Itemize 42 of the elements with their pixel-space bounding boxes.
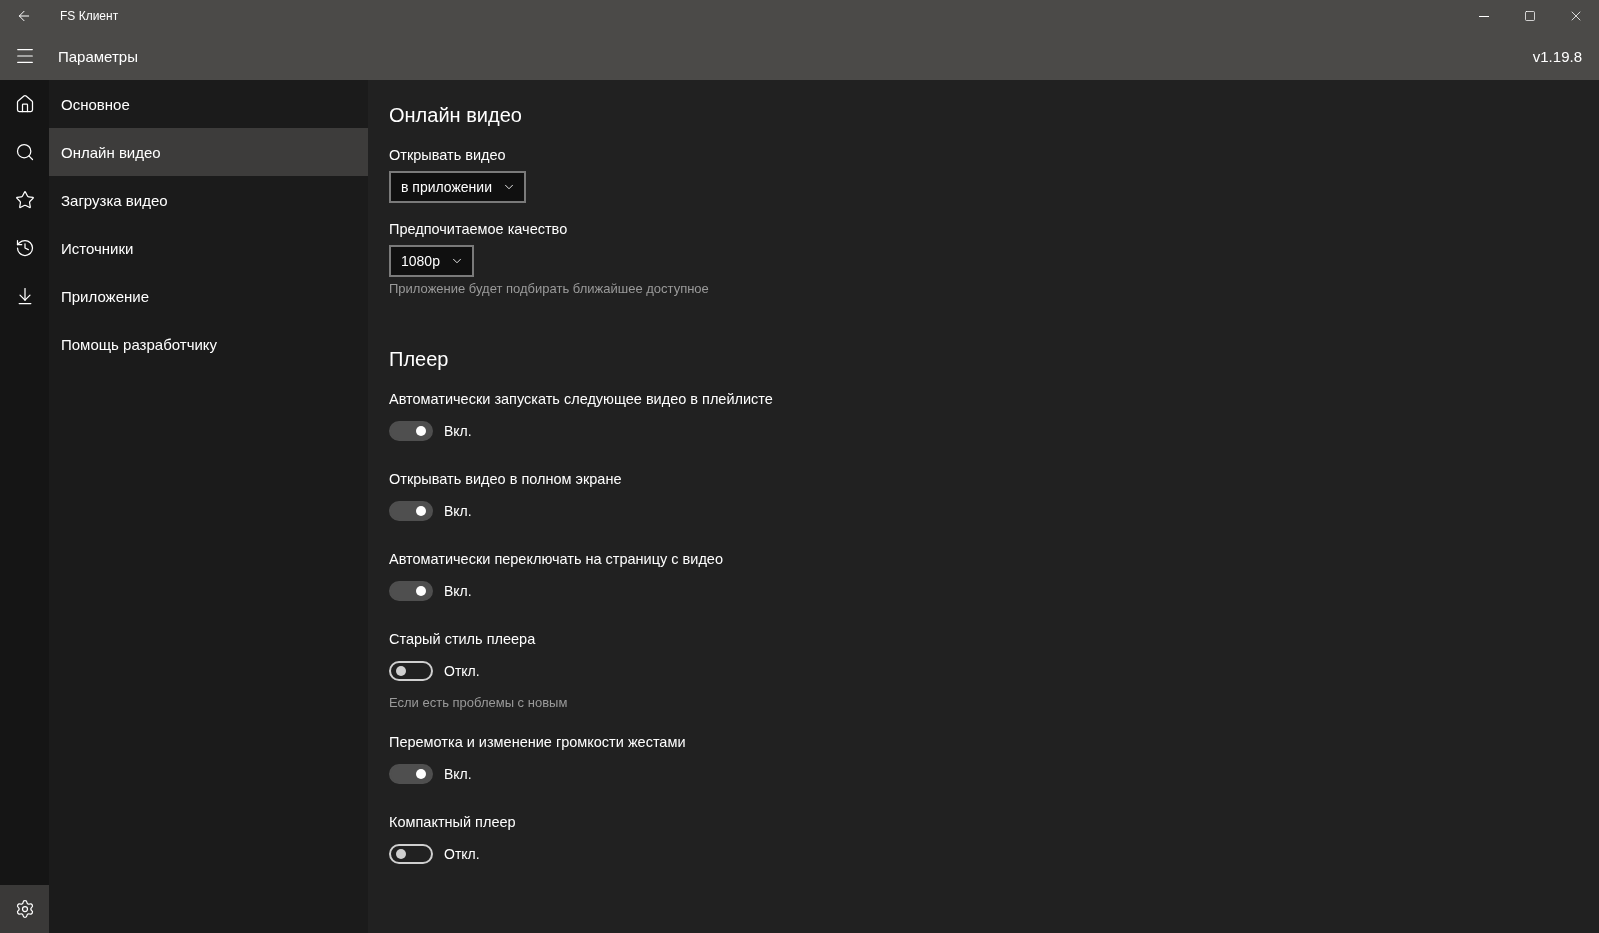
setting-label: Компактный плеер bbox=[389, 814, 516, 830]
section-heading: Плеер bbox=[389, 348, 450, 371]
toggle-switch[interactable] bbox=[389, 764, 433, 784]
nav-item[interactable]: Загрузка видео bbox=[49, 176, 368, 224]
home-icon bbox=[14, 94, 35, 114]
toggle-switch[interactable] bbox=[389, 421, 433, 441]
field-label: Открывать видео bbox=[389, 147, 506, 163]
setting-label: Автоматически переключать на страницу с видео bbox=[389, 551, 723, 567]
version-text: v1.19.8 bbox=[1532, 47, 1582, 65]
setting-label: Перемотка и изменение громкости жестами bbox=[389, 734, 686, 750]
hint-text: Если есть проблемы с новым bbox=[389, 695, 568, 710]
toggle-state: Вкл. bbox=[444, 766, 472, 782]
minimize-icon bbox=[1479, 15, 1489, 17]
section-heading: Онлайн видео bbox=[389, 104, 523, 127]
history-icon bbox=[14, 238, 35, 258]
field-label: Предпочитаемое качество bbox=[389, 221, 568, 237]
dropdown[interactable]: в приложении bbox=[389, 171, 526, 203]
rail-button[interactable] bbox=[0, 885, 49, 933]
nav-item[interactable]: Приложение bbox=[49, 272, 368, 320]
nav-item[interactable]: Онлайн видео bbox=[49, 128, 368, 176]
hint-text: Приложение будет подбирать ближайшее доступное bbox=[389, 281, 709, 296]
back-arrow-icon bbox=[16, 8, 32, 24]
settings-icon bbox=[14, 899, 35, 919]
nav-item[interactable]: Основное bbox=[49, 80, 368, 128]
nav-item[interactable]: Источники bbox=[49, 224, 368, 272]
nav-item[interactable]: Помощь разработчику bbox=[49, 320, 368, 368]
setting-label: Открывать видео в полном экране bbox=[389, 471, 622, 487]
toggle-state: Откл. bbox=[444, 663, 480, 679]
maximize-icon bbox=[1524, 10, 1536, 22]
setting-label: Автоматически запускать следующее видео в плейлисте bbox=[389, 391, 773, 407]
page-title: Параметры bbox=[58, 47, 139, 65]
toggle-state: Вкл. bbox=[444, 503, 472, 519]
search-icon bbox=[14, 142, 35, 162]
setting-label: Старый стиль плеера bbox=[389, 631, 536, 647]
toggle-switch[interactable] bbox=[389, 581, 433, 601]
toggle-state: Откл. bbox=[444, 846, 480, 862]
toggle-switch[interactable] bbox=[389, 501, 433, 521]
star-icon bbox=[14, 190, 35, 210]
dropdown[interactable]: 1080p bbox=[389, 245, 474, 277]
window-title: FS Клиент bbox=[60, 9, 120, 23]
toggle-state: Вкл. bbox=[444, 583, 472, 599]
toggle-state: Вкл. bbox=[444, 423, 472, 439]
